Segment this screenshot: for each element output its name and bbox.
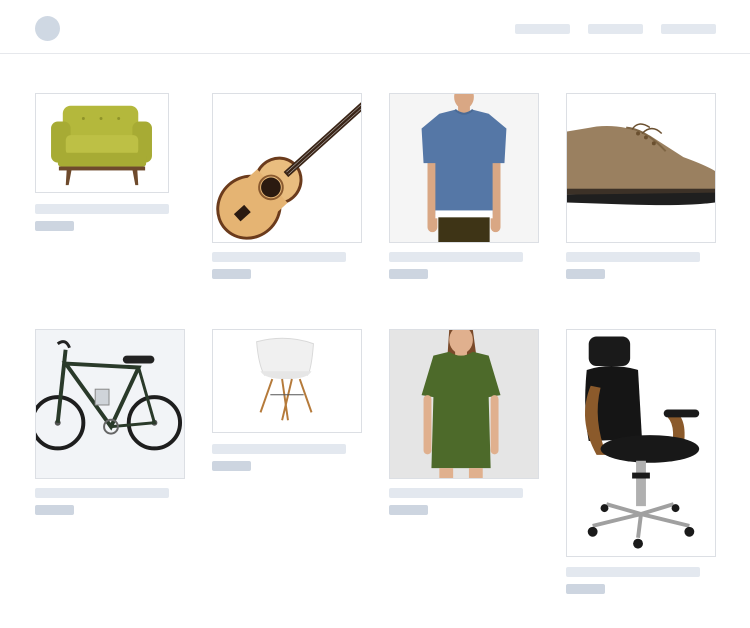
office-chair-icon — [567, 330, 715, 556]
product-image[interactable] — [35, 329, 185, 479]
chair-icon — [213, 330, 361, 432]
product-image[interactable] — [212, 329, 362, 433]
product-image[interactable] — [389, 93, 539, 243]
product-image[interactable] — [566, 329, 716, 557]
product-image[interactable] — [566, 93, 716, 243]
product-image[interactable] — [35, 93, 169, 193]
product-title-placeholder — [566, 252, 700, 262]
product-price-placeholder — [35, 221, 74, 231]
product-title-placeholder — [35, 488, 169, 498]
product-title-placeholder — [212, 252, 346, 262]
product-title-placeholder — [566, 567, 700, 577]
product-price-placeholder — [389, 505, 428, 515]
logo-icon[interactable] — [35, 16, 60, 41]
product-price-placeholder — [35, 505, 74, 515]
t-shirt-icon — [390, 94, 538, 242]
product-image[interactable] — [212, 93, 362, 243]
product-price-placeholder — [389, 269, 428, 279]
product-image[interactable] — [389, 329, 539, 479]
dress-icon — [390, 330, 538, 478]
site-header — [0, 0, 750, 54]
nav-link-1[interactable] — [515, 24, 570, 34]
product-price-placeholder — [212, 269, 251, 279]
bicycle-icon — [36, 330, 184, 478]
product-title-placeholder — [212, 444, 346, 454]
nav-link-2[interactable] — [588, 24, 643, 34]
product-title-placeholder — [35, 204, 169, 214]
shoe-icon — [567, 94, 715, 242]
product-price-placeholder — [566, 584, 605, 594]
product-title-placeholder — [389, 252, 523, 262]
armchair-icon — [36, 94, 168, 192]
nav-link-3[interactable] — [661, 24, 716, 34]
product-price-placeholder — [566, 269, 605, 279]
product-price-placeholder — [212, 461, 251, 471]
product-title-placeholder — [389, 488, 523, 498]
guitar-icon — [213, 94, 361, 242]
